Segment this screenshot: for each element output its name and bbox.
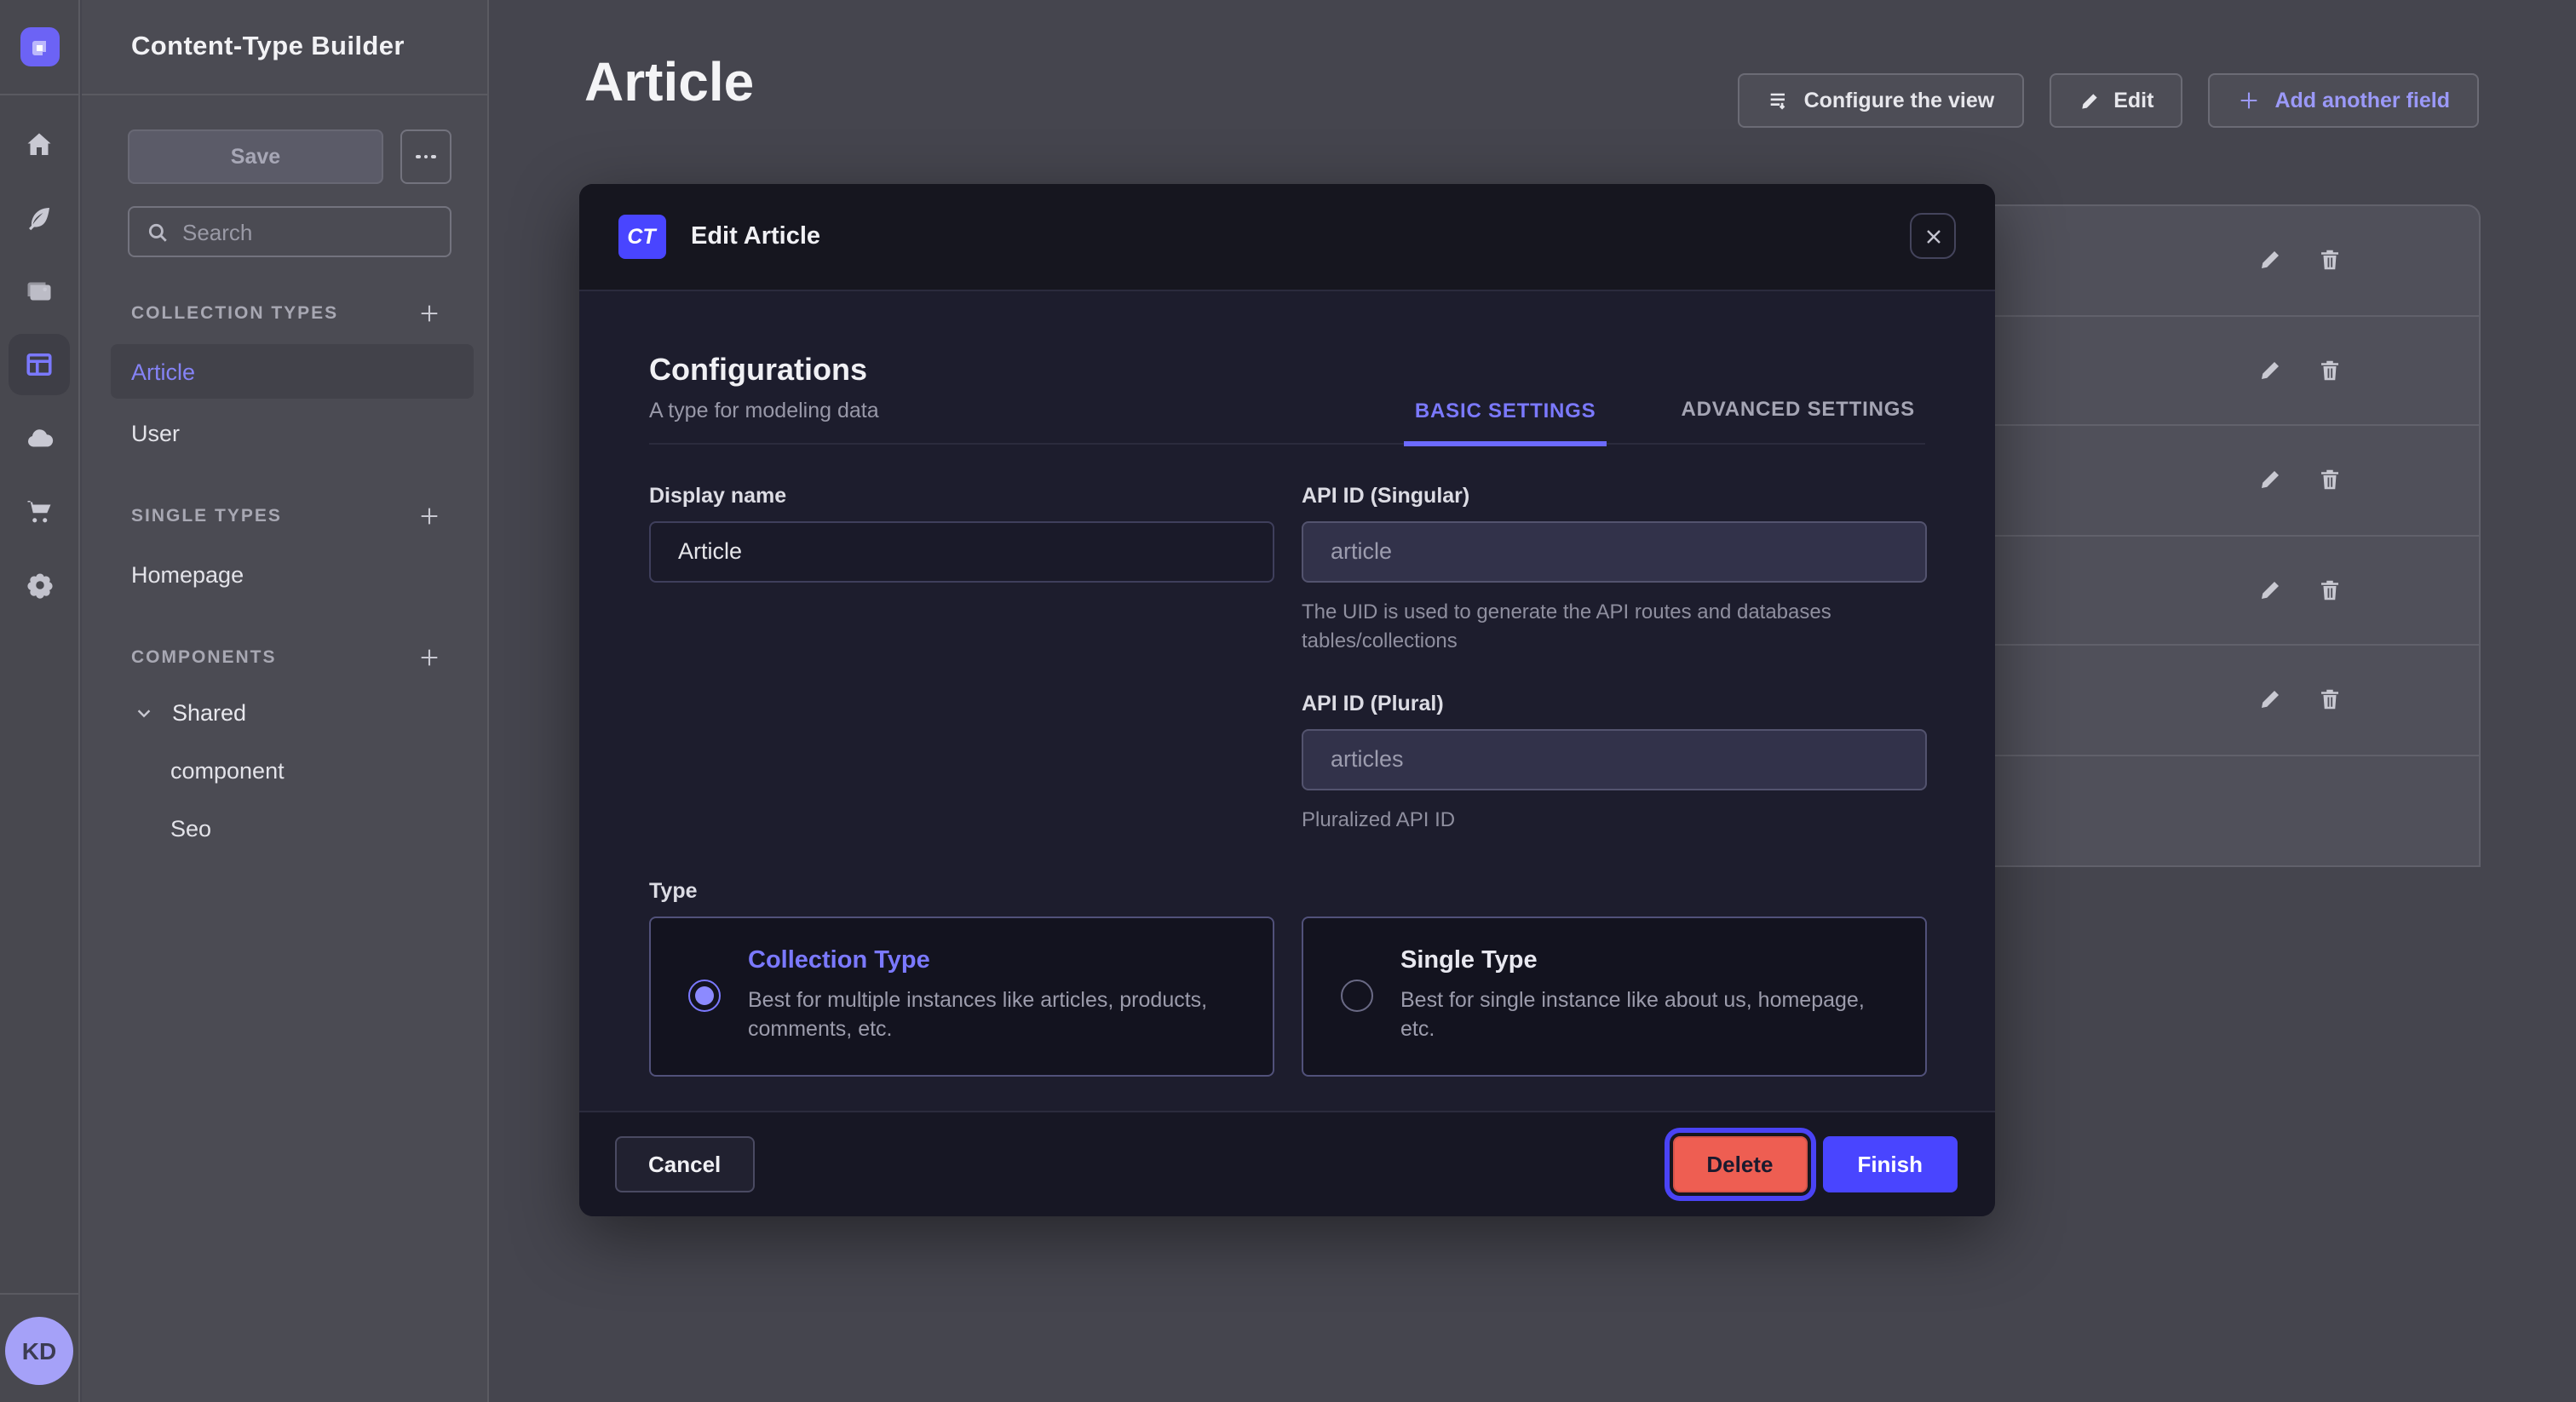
tab-advanced-settings[interactable]: ADVANCED SETTINGS: [1670, 396, 1925, 442]
single-types-section: SINGLE TYPES Homepage: [82, 501, 487, 601]
marketplace-cart-icon[interactable]: [9, 480, 70, 542]
display-name-field[interactable]: [649, 520, 1274, 582]
api-id-singular-help: The UID is used to generate the API rout…: [1302, 597, 1926, 655]
collection-types-heading: COLLECTION TYPES: [131, 303, 338, 324]
edit-row-pencil-icon[interactable]: [2257, 358, 2283, 383]
sidebar-item-homepage[interactable]: Homepage: [111, 547, 474, 601]
display-name-label: Display name: [649, 483, 1274, 507]
modal-footer: Cancel Delete Finish: [578, 1111, 1995, 1215]
configuration-form: Display name API ID (Singular) The UID i…: [649, 483, 1925, 834]
configurations-subtitle: A type for modeling data: [649, 398, 879, 422]
content-type-builder-sidebar: Content-Type Builder Save COLLECTION TYP…: [82, 0, 489, 1402]
api-id-plural-help: Pluralized API ID: [1302, 805, 1926, 834]
sidebar-item-component[interactable]: component: [82, 744, 487, 796]
modal-title: Edit Article: [691, 223, 820, 250]
collection-type-description: Best for multiple instances like article…: [748, 986, 1238, 1046]
api-id-plural-field[interactable]: [1302, 728, 1926, 790]
single-types-heading: SINGLE TYPES: [131, 506, 282, 526]
content-type-builder-icon[interactable]: [9, 334, 70, 395]
search-input[interactable]: [182, 219, 482, 244]
delete-row-trash-icon[interactable]: [2317, 468, 2343, 493]
content-type-badge: CT: [618, 215, 665, 259]
radio-selected-icon[interactable]: [688, 980, 721, 1013]
delete-row-trash-icon[interactable]: [2317, 687, 2343, 713]
type-options: Collection Type Best for multiple instan…: [649, 916, 1925, 1077]
single-type-description: Best for single instance like about us, …: [1400, 986, 1890, 1046]
plugin-title: Content-Type Builder: [131, 32, 405, 62]
more-options-button[interactable]: [400, 129, 451, 184]
rail-footer: KD: [0, 1293, 78, 1402]
save-button[interactable]: Save: [128, 129, 383, 184]
configurations-title: Configurations: [649, 352, 879, 388]
add-collection-type-icon[interactable]: [414, 298, 445, 329]
configure-list-icon: [1767, 89, 1791, 112]
app-root: KD Content-Type Builder Save COLLECTION …: [0, 0, 2576, 1402]
type-label: Type: [649, 878, 1925, 902]
close-icon[interactable]: [1910, 214, 1956, 260]
cloud-icon[interactable]: [9, 407, 70, 468]
sidebar-header: Content-Type Builder: [82, 0, 487, 95]
edit-row-pencil-icon[interactable]: [2257, 577, 2283, 603]
user-avatar[interactable]: KD: [5, 1317, 73, 1385]
add-single-type-icon[interactable]: [414, 501, 445, 531]
modal-body: Configurations A type for modeling data …: [578, 290, 1995, 1111]
delete-row-trash-icon[interactable]: [2317, 248, 2343, 273]
collection-type-option[interactable]: Collection Type Best for multiple instan…: [649, 916, 1274, 1077]
api-id-singular-group: API ID (Singular) The UID is used to gen…: [1302, 483, 1926, 655]
add-another-field-button[interactable]: Add another field: [2208, 73, 2479, 128]
strapi-logo[interactable]: [20, 27, 59, 66]
single-type-option[interactable]: Single Type Best for single instance lik…: [1302, 916, 1926, 1077]
edit-button[interactable]: Edit: [2049, 73, 2182, 128]
delete-row-trash-icon[interactable]: [2317, 358, 2343, 383]
api-id-singular-label: API ID (Singular): [1302, 483, 1926, 507]
search-icon: [147, 221, 169, 243]
chevron-down-icon: [135, 703, 153, 721]
api-id-singular-field[interactable]: [1302, 520, 1926, 582]
modal-header: CT Edit Article: [578, 184, 1995, 290]
single-type-title: Single Type: [1400, 947, 1890, 974]
add-component-icon[interactable]: [414, 642, 445, 673]
sidebar-group-label: Shared: [172, 699, 246, 725]
home-icon[interactable]: [9, 114, 70, 175]
cancel-button[interactable]: Cancel: [614, 1135, 755, 1192]
settings-tabs: BASIC SETTINGS ADVANCED SETTINGS: [1405, 396, 1925, 442]
edit-pencil-icon: [2078, 89, 2100, 112]
sidebar-item-user[interactable]: User: [111, 405, 474, 460]
content-manager-feather-icon[interactable]: [9, 187, 70, 249]
edit-row-pencil-icon[interactable]: [2257, 687, 2283, 713]
api-id-plural-group: API ID (Plural) Pluralized API ID: [1302, 691, 1926, 834]
sidebar-group-shared[interactable]: Shared: [82, 687, 487, 738]
radio-unselected-icon[interactable]: [1341, 980, 1373, 1013]
collection-types-section: COLLECTION TYPES Article User: [82, 298, 487, 460]
header-actions: Configure the view Edit Add another fiel…: [1738, 73, 2479, 128]
api-id-plural-label: API ID (Plural): [1302, 691, 1926, 715]
main-nav-rail: KD: [0, 0, 80, 1402]
delete-row-trash-icon[interactable]: [2317, 577, 2343, 603]
rail-nav: [9, 95, 70, 615]
settings-gear-icon[interactable]: [9, 554, 70, 615]
tab-basic-settings[interactable]: BASIC SETTINGS: [1405, 396, 1607, 445]
edit-article-modal: CT Edit Article Configurations A type fo…: [578, 184, 1995, 1215]
display-name-group: Display name: [649, 483, 1274, 655]
page-title: Article: [584, 51, 754, 114]
delete-button[interactable]: Delete: [1672, 1135, 1807, 1192]
configure-view-button[interactable]: Configure the view: [1738, 73, 2024, 128]
components-section: COMPONENTS Shared component Seo: [82, 642, 487, 853]
collection-type-title: Collection Type: [748, 947, 1238, 974]
sidebar-item-article[interactable]: Article: [111, 344, 474, 399]
edit-row-pencil-icon[interactable]: [2257, 468, 2283, 493]
plus-icon: [2237, 89, 2261, 112]
sidebar-actions: Save: [82, 95, 487, 184]
logo-cell: [0, 0, 78, 95]
page-header: Article Configure the view Edit: [491, 0, 2576, 128]
media-library-icon[interactable]: [9, 261, 70, 322]
sidebar-item-seo[interactable]: Seo: [82, 802, 487, 853]
edit-row-pencil-icon[interactable]: [2257, 248, 2283, 273]
components-heading: COMPONENTS: [131, 647, 277, 668]
configurations-header: Configurations A type for modeling data …: [649, 352, 1925, 444]
form-grid-spacer: [649, 655, 1274, 834]
finish-button[interactable]: Finish: [1823, 1135, 1957, 1192]
search-box: [128, 206, 451, 257]
